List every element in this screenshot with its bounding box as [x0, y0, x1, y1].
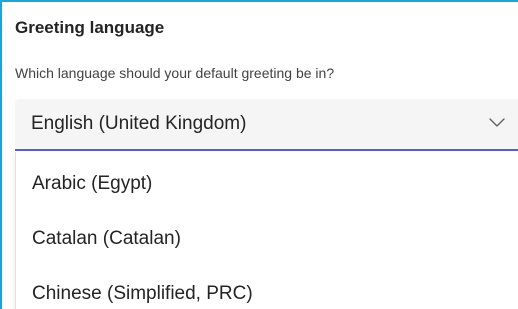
- greeting-language-select[interactable]: English (United Kingdom): [15, 99, 518, 151]
- greeting-language-panel: Greeting language Which language should …: [0, 0, 518, 309]
- language-option[interactable]: Catalan (Catalan): [16, 214, 518, 266]
- language-option-label: Arabic (Egypt): [32, 173, 153, 194]
- chevron-down-icon: [488, 115, 506, 129]
- section-title: Greeting language: [15, 18, 165, 37]
- selected-language: English (United Kingdom): [31, 113, 247, 134]
- language-option-label: Chinese (Simplified, PRC): [32, 283, 253, 304]
- language-option-label: Catalan (Catalan): [32, 228, 181, 249]
- section-description: Which language should your default greet…: [15, 65, 335, 81]
- language-options-list: Arabic (Egypt) Catalan (Catalan) Chinese…: [15, 152, 518, 309]
- language-option[interactable]: Chinese (Simplified, PRC): [16, 269, 518, 309]
- language-option[interactable]: Arabic (Egypt): [16, 159, 518, 211]
